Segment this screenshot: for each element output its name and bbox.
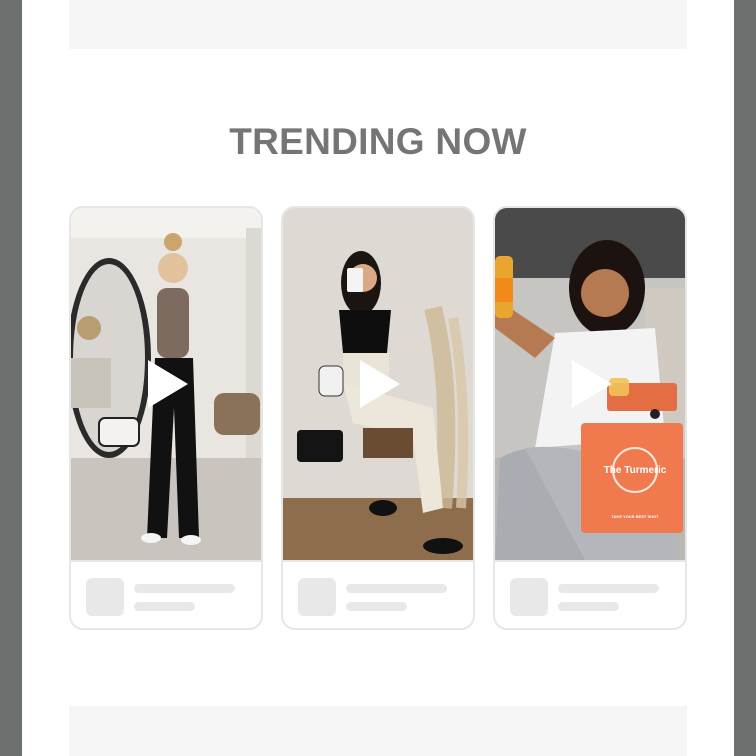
play-icon[interactable] [358, 358, 402, 410]
product-box-brand: The Turmeric [604, 465, 667, 476]
play-icon[interactable] [146, 358, 190, 410]
avatar-skeleton [86, 578, 124, 616]
avatar-skeleton [298, 578, 336, 616]
section-title: TRENDING NOW [229, 121, 527, 162]
video-thumbnail[interactable] [283, 208, 473, 560]
text-skeleton-line [346, 602, 407, 611]
video-thumbnail[interactable] [71, 208, 261, 560]
text-skeleton-line [134, 584, 235, 593]
text-skeleton-line [134, 602, 195, 611]
text-skeleton-line [346, 584, 447, 593]
video-meta-skeleton [71, 560, 261, 628]
video-card[interactable] [69, 206, 263, 630]
avatar-skeleton [510, 578, 548, 616]
video-meta-skeleton [495, 560, 685, 628]
video-card[interactable] [281, 206, 475, 630]
page: TRENDING NOW The Turmeric TAKE YOUR BEST… [22, 0, 734, 756]
bottom-placeholder-block [69, 706, 687, 756]
top-placeholder-block [69, 0, 687, 49]
video-meta-skeleton [283, 560, 473, 628]
trending-carousel: The Turmeric TAKE YOUR BEST SHOT [69, 206, 687, 630]
video-card[interactable]: The Turmeric TAKE YOUR BEST SHOT [493, 206, 687, 630]
text-skeleton-line [558, 602, 619, 611]
video-thumbnail[interactable]: The Turmeric TAKE YOUR BEST SHOT [495, 208, 685, 560]
text-skeleton-line [558, 584, 659, 593]
product-box-tagline: TAKE YOUR BEST SHOT [611, 514, 659, 519]
play-icon[interactable] [570, 358, 614, 410]
